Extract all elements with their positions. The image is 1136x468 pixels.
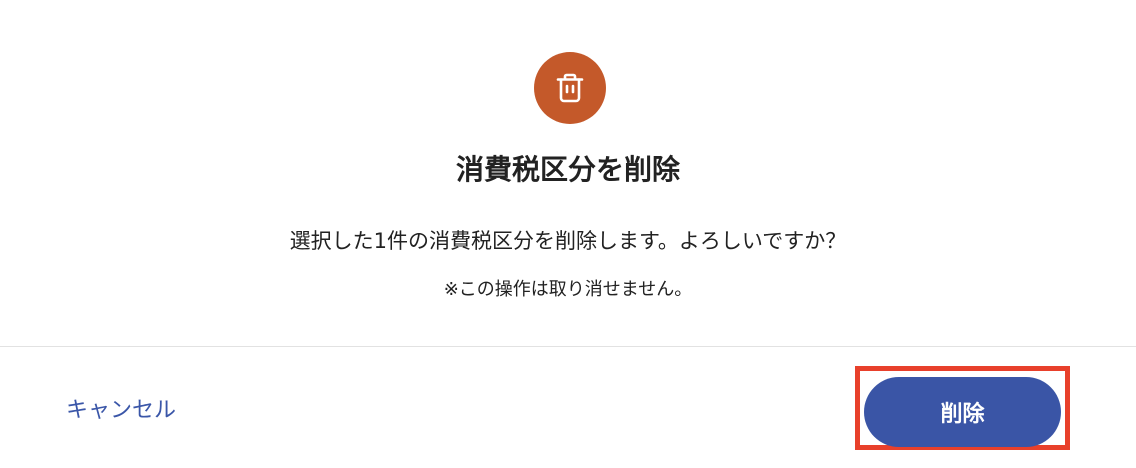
cancel-button[interactable]: キャンセル (66, 395, 176, 427)
dialog-message: 選択した1件の消費税区分を削除します。よろしいですか？ (289, 229, 847, 253)
dialog-body: 消費税区分を削除 選択した1件の消費税区分を削除します。よろしいですか？ ※この… (0, 0, 1136, 346)
dialog-footer: キャンセル 削除 (0, 347, 1136, 468)
delete-confirm-dialog: 消費税区分を削除 選択した1件の消費税区分を削除します。よろしいですか？ ※この… (0, 0, 1136, 468)
dialog-note: ※この操作は取り消せません。 (443, 279, 693, 300)
trash-icon (534, 52, 606, 124)
delete-button[interactable]: 削除 (864, 377, 1061, 447)
dialog-title: 消費税区分を削除 (455, 153, 680, 186)
